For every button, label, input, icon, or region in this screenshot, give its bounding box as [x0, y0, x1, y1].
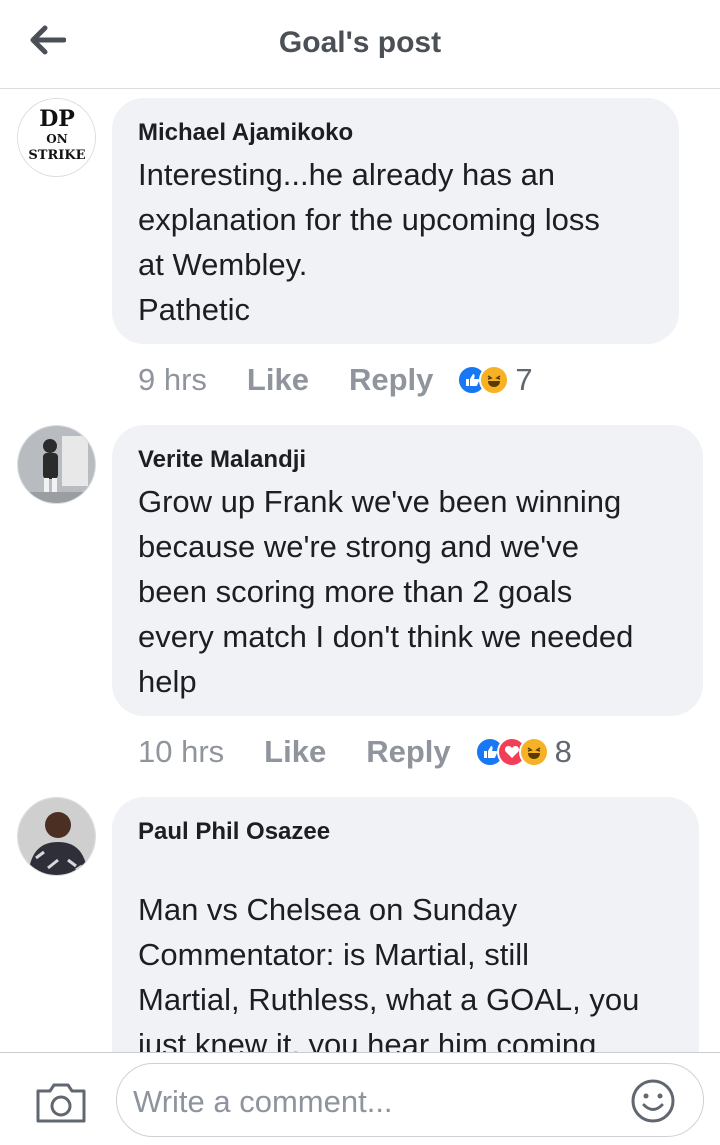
like-button[interactable]: Like: [264, 734, 326, 770]
comment-composer: Write a comment...: [0, 1052, 720, 1145]
avatar[interactable]: [17, 797, 96, 876]
comment-bubble[interactable]: Verite Malandji Grow up Frank we've been…: [112, 425, 703, 716]
reply-button[interactable]: Reply: [349, 362, 433, 398]
comment-text: Interesting...he already has an explanat…: [138, 157, 600, 327]
emoji-icon[interactable]: [630, 1078, 676, 1124]
comment-time[interactable]: 10 hrs: [138, 734, 224, 770]
reactions-summary[interactable]: [457, 365, 510, 395]
haha-icon: [479, 365, 510, 395]
comment-actions: 10 hrs Like Reply 8: [138, 732, 572, 772]
svg-text:ON: ON: [46, 132, 67, 146]
avatar[interactable]: DP ON STRIKE: [17, 98, 96, 177]
haha-icon: [518, 737, 549, 767]
reply-button[interactable]: Reply: [366, 734, 450, 770]
comment-author[interactable]: Michael Ajamikoko: [138, 118, 653, 148]
page-title: Goal's post: [278, 26, 442, 59]
comment-bubble[interactable]: Paul Phil Osazee Man vs Chelsea on Sunda…: [112, 797, 699, 1052]
comment-author[interactable]: Verite Malandji: [138, 445, 677, 475]
avatar[interactable]: [17, 425, 96, 504]
like-button[interactable]: Like: [247, 362, 309, 398]
comment-author[interactable]: Paul Phil Osazee: [138, 817, 673, 847]
reaction-count: 8: [554, 734, 572, 769]
comment-actions: 9 hrs Like Reply 7: [138, 360, 533, 400]
comment-text: Grow up Frank we've been winning because…: [138, 484, 634, 699]
comment-input-placeholder: Write a comment...: [133, 1084, 393, 1119]
svg-text:STRIKE: STRIKE: [28, 148, 85, 163]
svg-text:DP: DP: [39, 106, 75, 132]
camera-icon[interactable]: [34, 1081, 88, 1125]
comment-text: Man vs Chelsea on Sunday Commentator: is…: [138, 892, 640, 1052]
comment-bubble[interactable]: Michael Ajamikoko Interesting...he alrea…: [112, 98, 679, 344]
comment-input[interactable]: Write a comment...: [116, 1063, 704, 1137]
reaction-count: 7: [515, 362, 533, 397]
top-bar: Goal's post: [0, 0, 720, 89]
reactions-summary[interactable]: [474, 737, 549, 767]
comment-list: DP ON STRIKE Michael Ajamikoko Interesti…: [0, 90, 720, 1052]
comment-time[interactable]: 9 hrs: [138, 362, 207, 398]
